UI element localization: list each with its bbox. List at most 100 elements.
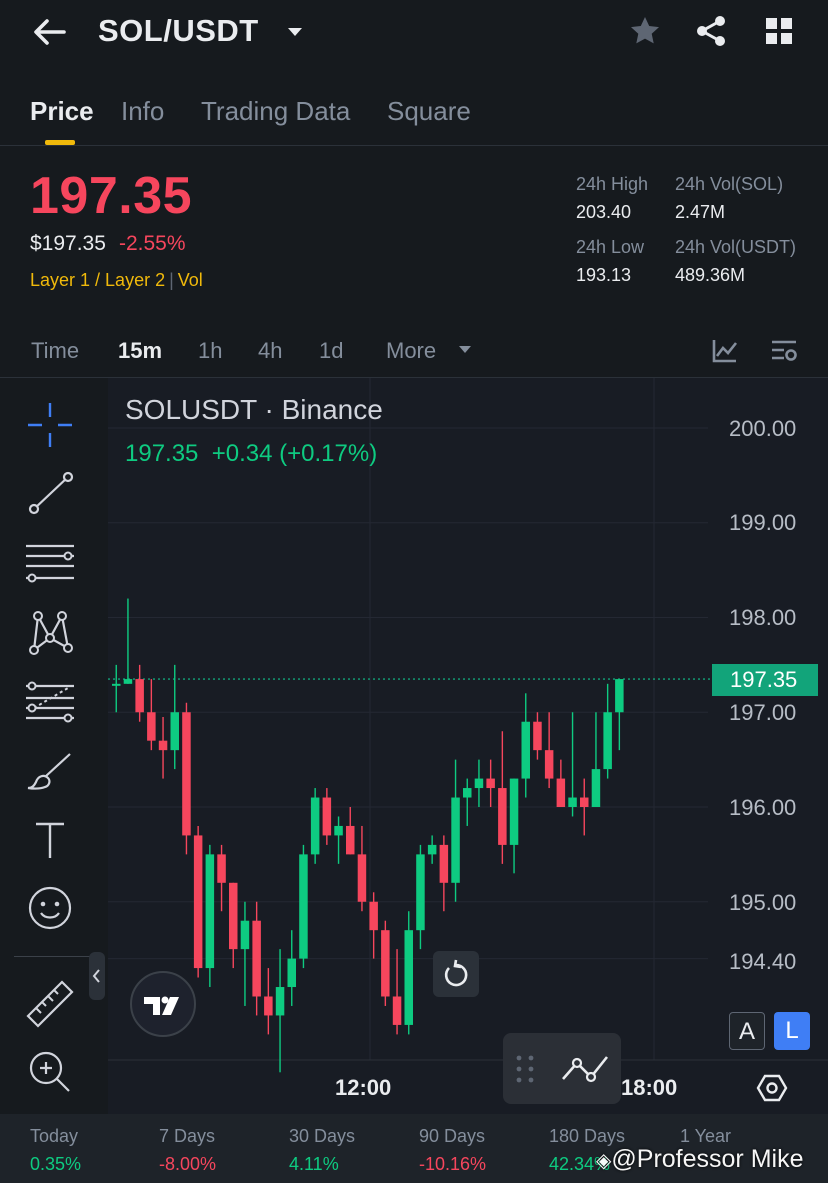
candle-body (217, 854, 226, 883)
candle[interactable] (334, 816, 343, 864)
candle[interactable] (158, 716, 168, 779)
candle[interactable] (381, 920, 390, 1006)
tf-1d[interactable]: 1d (319, 338, 343, 364)
candle[interactable] (498, 731, 507, 864)
low-value: 193.13 (576, 265, 632, 285)
chart-settings-icon[interactable] (770, 338, 798, 364)
candle[interactable] (240, 901, 250, 1006)
candlestick-chart[interactable] (108, 378, 828, 1114)
candle[interactable] (404, 911, 414, 1035)
crosshair-icon[interactable] (22, 397, 78, 453)
pair-title[interactable]: SOL/USDT (98, 13, 259, 49)
candle[interactable] (451, 759, 460, 902)
candle[interactable] (615, 679, 624, 751)
candle[interactable] (205, 844, 215, 988)
fib-channel-icon[interactable] (22, 674, 78, 730)
candle[interactable] (486, 759, 495, 807)
more-caret-icon[interactable] (457, 341, 473, 357)
candle[interactable] (170, 664, 180, 770)
candle[interactable] (264, 968, 273, 1035)
candle[interactable] (193, 825, 203, 978)
chart-sub-last: 197.35 (125, 440, 199, 467)
candle[interactable] (322, 788, 332, 845)
candle[interactable] (123, 598, 133, 684)
candle[interactable] (544, 712, 554, 789)
ruler-icon[interactable] (22, 976, 78, 1032)
pattern-icon[interactable] (22, 604, 78, 660)
tab-trading-data[interactable]: Trading Data (201, 96, 350, 127)
time-label-1800: 18:00 (621, 1075, 678, 1100)
candle-body (240, 920, 250, 950)
tab-price[interactable]: Price (30, 96, 94, 127)
tab-info[interactable]: Info (121, 96, 164, 127)
candle[interactable] (369, 892, 378, 959)
zoom-in-icon[interactable] (22, 1044, 78, 1100)
candle[interactable] (533, 712, 542, 760)
vol-sol-label: 24h Vol(SOL) (675, 174, 784, 194)
candle[interactable] (252, 901, 261, 1016)
reset-chart-button[interactable] (433, 951, 479, 997)
candle[interactable] (346, 807, 355, 855)
chart-sub-change: +0.34 (+0.17%) (211, 440, 378, 467)
candle[interactable] (509, 778, 519, 874)
candle[interactable] (580, 778, 589, 836)
candle[interactable] (474, 759, 484, 807)
caret-down-icon[interactable] (285, 22, 305, 42)
tag-layer[interactable]: Layer 1 / Layer 2 (30, 270, 165, 290)
tab-square[interactable]: Square (387, 96, 471, 127)
toolbar-collapse-button[interactable] (89, 952, 105, 1000)
candle[interactable] (603, 683, 612, 779)
grid-icon[interactable] (764, 16, 794, 46)
candle[interactable] (463, 778, 472, 826)
candle-body (182, 712, 191, 836)
auto-scale-button[interactable]: A (729, 1012, 765, 1050)
candle[interactable] (112, 664, 121, 713)
candle-body (381, 930, 390, 997)
indicator-icon[interactable] (711, 338, 739, 364)
candle[interactable] (135, 664, 144, 722)
tf-4h[interactable]: 4h (258, 338, 282, 364)
candle[interactable] (392, 949, 402, 1035)
trend-line-icon[interactable] (22, 465, 78, 521)
emoji-icon[interactable] (22, 880, 78, 936)
candle-body (568, 797, 577, 807)
candle[interactable] (275, 949, 285, 1073)
candle-body (135, 679, 144, 713)
tf-15m[interactable]: 15m (118, 338, 162, 364)
candle[interactable] (427, 835, 437, 864)
candle[interactable] (287, 930, 297, 1006)
candle[interactable] (229, 882, 238, 969)
candle-body (603, 712, 612, 770)
tf-time[interactable]: Time (31, 338, 79, 364)
share-icon[interactable] (694, 14, 728, 48)
tf-more[interactable]: More (386, 338, 436, 364)
horizontal-lines-icon[interactable] (22, 536, 78, 592)
candle-body (112, 683, 121, 686)
candle[interactable] (556, 759, 566, 807)
candle[interactable] (591, 712, 601, 807)
candle[interactable] (521, 693, 531, 798)
candle-body (474, 778, 484, 789)
watermark-text: @Professor Mike (611, 1145, 804, 1173)
chart-area[interactable] (108, 378, 828, 1114)
chart-settings-hex-icon[interactable] (756, 1072, 788, 1104)
text-icon[interactable] (22, 812, 78, 868)
candle[interactable] (568, 712, 577, 817)
candle[interactable] (147, 679, 156, 751)
candle[interactable] (416, 844, 425, 950)
candle[interactable] (439, 835, 449, 912)
back-arrow-icon[interactable] (30, 12, 70, 52)
candle[interactable] (310, 788, 320, 864)
star-icon[interactable] (628, 14, 662, 48)
vol-usdt-value: 489.36M (675, 265, 746, 285)
tf-1h[interactable]: 1h (198, 338, 222, 364)
candle[interactable] (299, 844, 308, 969)
candle[interactable] (182, 702, 191, 855)
brush-icon[interactable] (22, 744, 78, 800)
log-scale-button[interactable]: L (774, 1012, 810, 1050)
chart-type-fab[interactable] (503, 1033, 621, 1104)
candle[interactable] (357, 825, 367, 912)
tag-vol[interactable]: Vol (178, 270, 203, 290)
candle-body (346, 825, 355, 855)
tradingview-logo-icon[interactable] (130, 971, 196, 1037)
